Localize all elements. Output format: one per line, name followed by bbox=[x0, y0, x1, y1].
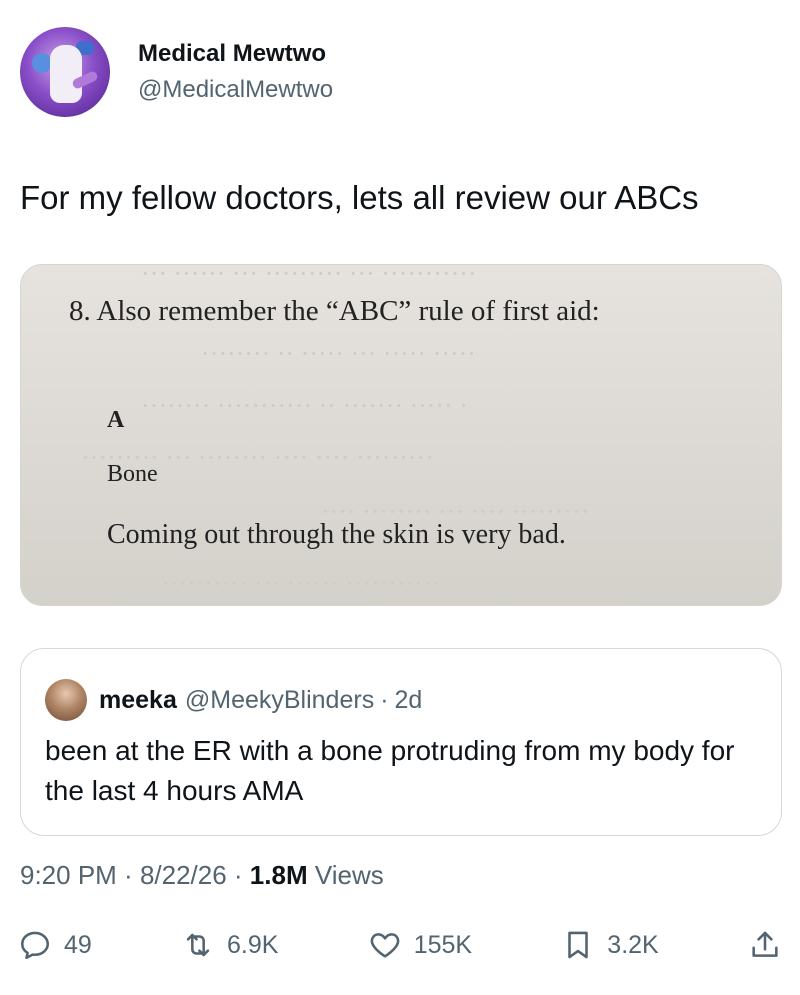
tweet-media-image[interactable]: ··· ······ ··· ········· ··· ···········… bbox=[20, 264, 782, 606]
tweet-time[interactable]: 9:20 PM bbox=[20, 860, 117, 890]
quoted-timestamp[interactable]: 2d bbox=[395, 686, 423, 715]
views-label: Views bbox=[307, 860, 384, 890]
tweet-actions: 49 6.9K 155K 3.2K bbox=[18, 922, 782, 968]
repost-button[interactable]: 6.9K bbox=[181, 928, 278, 962]
quoted-author-avatar[interactable] bbox=[45, 679, 87, 721]
bleed-through-text: ·········· ··· ······ ··········· bbox=[161, 569, 441, 598]
avatar-figure bbox=[50, 45, 82, 103]
tweet-meta: 9:20 PM · 8/22/26 · 1.8M Views bbox=[20, 860, 384, 891]
like-count: 155K bbox=[413, 930, 473, 959]
author-handle[interactable]: @MedicalMewtwo bbox=[138, 74, 333, 106]
avatar-orb bbox=[32, 53, 52, 73]
bookmark-count: 3.2K bbox=[607, 930, 659, 959]
repost-count: 6.9K bbox=[227, 930, 279, 959]
meta-separator: · bbox=[226, 860, 250, 890]
repost-icon bbox=[186, 933, 210, 957]
quoted-author-name[interactable]: meeka bbox=[99, 686, 177, 715]
quoted-tweet-text: been at the ER with a bone protruding fr… bbox=[45, 735, 735, 806]
book-heading: 8. Also remember the “ABC” rule of first… bbox=[69, 295, 600, 327]
reply-count: 49 bbox=[64, 930, 92, 959]
book-line-c: Coming out through the skin is very bad. bbox=[107, 519, 566, 550]
bookmark-icon bbox=[568, 931, 589, 959]
meta-separator: · bbox=[116, 860, 140, 890]
quoted-tweet[interactable]: meeka @MeekyBlinders · 2d been at the ER… bbox=[20, 648, 782, 836]
quoted-separator: · bbox=[380, 685, 389, 714]
tweet-date[interactable]: 8/22/26 bbox=[140, 860, 227, 890]
reply-icon bbox=[20, 931, 50, 960]
tweet-page: Medical Mewtwo @MedicalMewtwo For my fel… bbox=[0, 0, 800, 995]
share-icon bbox=[752, 931, 778, 957]
author-display-name[interactable]: Medical Mewtwo bbox=[138, 38, 333, 70]
author-avatar[interactable] bbox=[20, 27, 110, 117]
quoted-tweet-header: meeka @MeekyBlinders · 2d bbox=[45, 679, 422, 721]
bleed-through-text: ··· ······ ··· ········· ··· ··········· bbox=[141, 264, 477, 288]
views-count: 1.8M bbox=[249, 860, 308, 890]
book-line-a: A bbox=[107, 407, 125, 433]
share-button[interactable] bbox=[748, 928, 782, 962]
tweet-header: Medical Mewtwo @MedicalMewtwo bbox=[20, 24, 333, 120]
reply-button[interactable]: 49 bbox=[18, 928, 92, 962]
like-button[interactable]: 155K bbox=[368, 928, 472, 962]
quoted-author-handle[interactable]: @MeekyBlinders bbox=[185, 686, 374, 715]
bleed-through-text: ········ ··········· ·· ······· ····· · bbox=[141, 391, 468, 420]
heart-icon bbox=[370, 933, 400, 958]
bleed-through-text: ········ ·· ····· ··· ····· ····· bbox=[201, 339, 476, 368]
book-line-b: Bone bbox=[107, 461, 158, 487]
author-names: Medical Mewtwo @MedicalMewtwo bbox=[138, 38, 333, 106]
bookmark-button[interactable]: 3.2K bbox=[561, 928, 659, 962]
tweet-text: For my fellow doctors, lets all review o… bbox=[20, 179, 699, 216]
